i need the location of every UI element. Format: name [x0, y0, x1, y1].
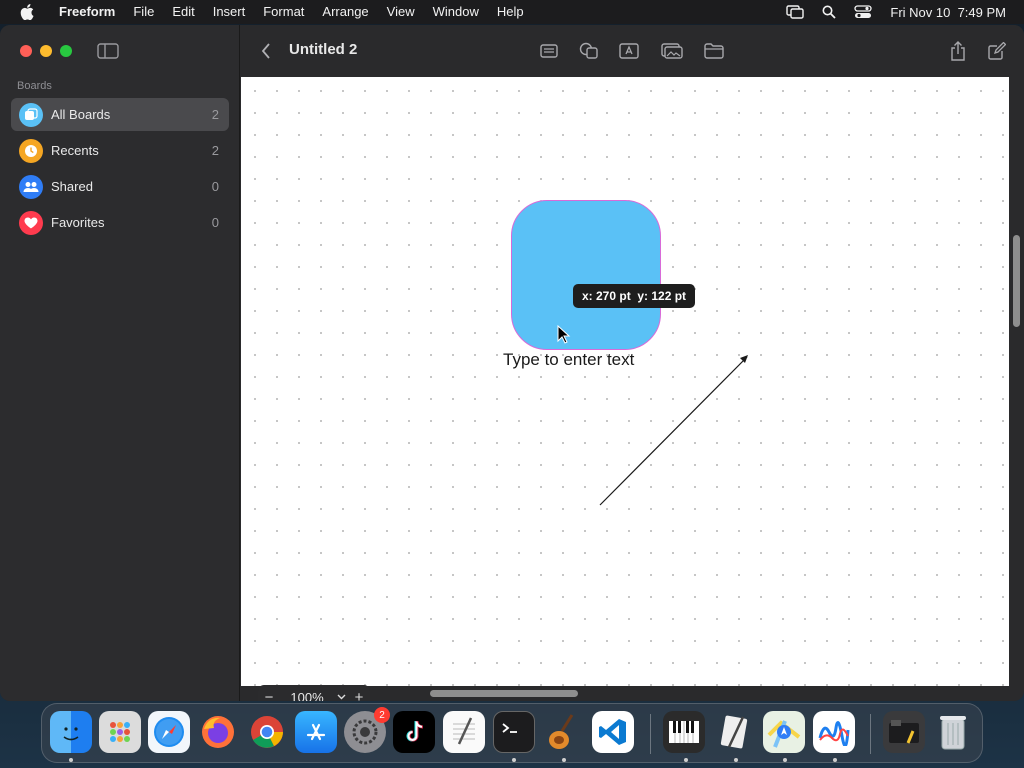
menu-app-name[interactable]: Freeform [50, 0, 124, 24]
board-title[interactable]: Untitled 2 [289, 41, 357, 58]
sidebar-section-title: Boards [17, 80, 52, 92]
media-icon[interactable] [660, 39, 684, 63]
share-icon[interactable] [946, 39, 970, 63]
mouse-pointer-icon [557, 325, 571, 344]
chevron-down-icon[interactable] [334, 692, 348, 702]
zoom-window-button[interactable] [60, 45, 72, 57]
running-indicator [833, 758, 837, 762]
downloads-icon[interactable] [883, 711, 925, 753]
zoom-out-button[interactable]: − [258, 689, 280, 702]
sidebar-item-count: 0 [211, 179, 219, 194]
new-board-icon[interactable] [985, 39, 1009, 63]
launchpad-icon[interactable] [99, 711, 141, 753]
zoom-control: − 100% + [258, 685, 370, 701]
running-indicator [69, 758, 73, 762]
firefox-icon[interactable] [197, 711, 239, 753]
toolbar: Untitled 2 [241, 25, 1024, 77]
arrow-line[interactable] [591, 347, 756, 512]
running-indicator [684, 758, 688, 762]
sidebar-item-recents[interactable]: Recents 2 [11, 134, 229, 167]
people-icon [19, 174, 43, 199]
dock-separator [870, 714, 871, 754]
tiktok-icon[interactable] [393, 711, 435, 753]
sidebar-item-count: 0 [211, 215, 219, 230]
horizontal-scrollbar[interactable] [430, 690, 578, 697]
menu-help[interactable]: Help [488, 0, 533, 24]
terminal-icon[interactable] [493, 711, 535, 753]
sidebar-item-label: Favorites [51, 215, 105, 230]
boards-icon [19, 102, 43, 127]
sidebar-item-count: 2 [211, 143, 219, 158]
freeform-icon[interactable] [813, 711, 855, 753]
screen-mirroring-icon[interactable] [786, 5, 805, 19]
running-indicator [562, 758, 566, 762]
dock: 2 [41, 703, 983, 763]
menu-window[interactable]: Window [424, 0, 488, 24]
menu-file[interactable]: File [124, 0, 163, 24]
running-indicator [512, 758, 516, 762]
apple-menu-icon[interactable] [18, 3, 36, 21]
spotlight-search-icon[interactable] [822, 5, 837, 19]
control-center-icon[interactable] [854, 5, 873, 19]
vertical-scrollbar[interactable] [1013, 235, 1020, 327]
safari-icon[interactable] [148, 711, 190, 753]
script-editor-icon[interactable] [713, 711, 755, 753]
menu-bar: Freeform File Edit Insert Format Arrange… [0, 0, 1024, 24]
board-canvas[interactable]: Type to enter text x: 270 pt y: 122 pt [241, 77, 1009, 686]
shapes-icon[interactable] [577, 39, 601, 63]
garageband-icon[interactable] [542, 711, 584, 753]
sidebar-toggle-icon[interactable] [97, 43, 119, 64]
vscode-icon[interactable] [592, 711, 634, 753]
minimize-window-button[interactable] [40, 45, 52, 57]
menu-clock[interactable]: Fri Nov 10 7:49 PM [890, 5, 1006, 20]
chrome-icon[interactable] [246, 711, 288, 753]
sidebar-item-count: 2 [211, 107, 219, 122]
menu-view[interactable]: View [378, 0, 424, 24]
sidebar: Boards All Boards 2 Recents 2 Shared 0 F… [0, 25, 240, 701]
running-indicator [734, 758, 738, 762]
sidebar-item-all-boards[interactable]: All Boards 2 [11, 98, 229, 131]
notification-badge: 2 [374, 707, 390, 723]
freeform-window: Boards All Boards 2 Recents 2 Shared 0 F… [0, 25, 1024, 701]
text-box-icon[interactable] [617, 39, 641, 63]
menu-edit[interactable]: Edit [163, 0, 203, 24]
rounded-square-shape[interactable] [511, 200, 661, 350]
app-store-icon[interactable] [295, 711, 337, 753]
zoom-level[interactable]: 100% [280, 690, 334, 702]
dock-separator [650, 714, 651, 754]
sidebar-item-label: Shared [51, 179, 93, 194]
close-window-button[interactable] [20, 45, 32, 57]
maps-icon[interactable] [763, 711, 805, 753]
menu-arrange[interactable]: Arrange [313, 0, 377, 24]
folder-icon[interactable] [702, 39, 726, 63]
heart-icon [19, 210, 43, 235]
back-chevron-icon[interactable] [254, 39, 278, 63]
zoom-in-button[interactable]: + [348, 689, 370, 702]
menu-format[interactable]: Format [254, 0, 313, 24]
textedit-icon[interactable] [443, 711, 485, 753]
menu-insert[interactable]: Insert [204, 0, 255, 24]
position-tooltip: x: 270 pt y: 122 pt [573, 284, 696, 308]
sidebar-item-label: All Boards [51, 107, 111, 122]
system-settings-icon[interactable]: 2 [344, 707, 390, 753]
running-indicator [783, 758, 787, 762]
clock-icon [19, 138, 43, 163]
sidebar-item-label: Recents [51, 143, 99, 158]
piano-icon[interactable] [663, 711, 705, 753]
finder-icon[interactable] [50, 711, 92, 753]
trash-icon[interactable] [932, 711, 974, 753]
sticky-note-icon[interactable] [537, 39, 561, 63]
sidebar-item-shared[interactable]: Shared 0 [11, 170, 229, 203]
sidebar-item-favorites[interactable]: Favorites 0 [11, 206, 229, 239]
